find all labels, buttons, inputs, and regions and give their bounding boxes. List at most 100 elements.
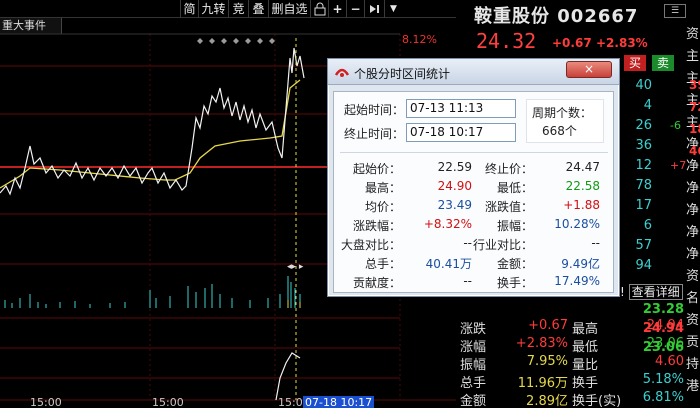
quote-label: 涨跌 — [460, 322, 487, 337]
quote-value: 6.81% — [642, 390, 684, 405]
app-logo-icon — [334, 64, 350, 78]
stat-value: +8.32% — [423, 217, 472, 231]
skip-forward-icon[interactable] — [364, 0, 384, 18]
toolbar-overlay-button[interactable]: 叠 — [248, 0, 268, 18]
stock-name: 鞍重股份 — [474, 6, 550, 27]
toolbar-remove-favorite-button[interactable]: 删自选 — [268, 0, 310, 18]
quote-value: +0.67 — [528, 318, 568, 333]
stat-label: 涨跌幅： — [352, 219, 401, 233]
detail-row: ! 查看详细 — [620, 283, 683, 300]
quote-label: 最高 — [572, 322, 599, 337]
stat-value: -- — [463, 236, 472, 250]
quote-row: 振幅 7.95% 量比 4.60 — [456, 354, 686, 373]
fund-flow-value: 18 — [689, 122, 700, 136]
right-edge-char: 名 — [686, 291, 700, 306]
quote-row: 总手 11.96万 换手 5.18% — [456, 372, 686, 391]
upper-value: 23.28 — [642, 302, 684, 317]
stat-label: 最低： — [496, 181, 533, 195]
quote-table: 涨跌 +0.67 最高 24.94 涨幅 +2.83% 最低 23.06 振幅 7.95% 量比 4.… — [456, 318, 686, 408]
stat-value: +1.88 — [563, 198, 600, 212]
stat-value: 17.49% — [554, 274, 600, 288]
quote-row: 涨跌 +0.67 最高 24.94 — [456, 318, 686, 337]
right-edge-char: 资 — [686, 27, 700, 42]
stats-row: 贡献度： -- 换手： 17.49% — [334, 272, 615, 291]
close-button[interactable]: × — [566, 61, 612, 78]
detail-prefix: ! — [620, 285, 625, 299]
price-change: +0.67 — [552, 36, 592, 50]
quote-value: 4.60 — [655, 354, 684, 369]
quote-label: 金额 — [460, 394, 487, 408]
volume-value: 4 — [643, 98, 652, 113]
stat-value: -- — [463, 274, 472, 288]
stat-label: 金额： — [496, 257, 533, 271]
right-edge-char: 资 — [686, 313, 700, 328]
stat-label: 涨跌值： — [484, 200, 533, 214]
sell-button[interactable]: 卖 — [652, 55, 674, 71]
stats-row: 涨跌幅： +8.32% 振幅： 10.28% — [334, 215, 615, 234]
view-detail-link[interactable]: 查看详细 — [628, 284, 683, 300]
fund-flow-value: 46 — [689, 144, 700, 158]
quote-label: 换手 — [572, 376, 599, 391]
period-count-label: 周期个数： — [532, 106, 593, 120]
time-label: 15:00 — [152, 396, 184, 408]
start-time-input[interactable]: 07-13 11:13 — [406, 99, 516, 118]
toolbar-simple-button[interactable]: 简 — [180, 0, 198, 18]
stat-value: 9.49亿 — [561, 257, 600, 271]
stats-row: 总手： 40.41万 金额： 9.49亿 — [334, 253, 615, 272]
order-book-volumes: 40 4 26 36 12 78 17 6 57 94 — [624, 76, 652, 276]
right-edge-char: 资 — [686, 269, 700, 284]
quote-label: 涨幅 — [460, 340, 487, 355]
fund-flow-values: 39 72 18 46 — [689, 74, 700, 162]
time-label: 15:0 — [278, 396, 303, 408]
plus-icon[interactable]: + — [328, 0, 346, 18]
chevron-down-icon[interactable]: ▼ — [384, 0, 402, 18]
stat-value: 22.59 — [437, 160, 472, 174]
stock-title: 鞍重股份 002667 — [474, 2, 638, 28]
stat-value: 24.47 — [565, 160, 600, 174]
dialog-titlebar[interactable]: 个股分时区间统计 × — [328, 59, 619, 85]
quote-label: 换手(实) — [572, 394, 622, 408]
stat-value: 24.90 — [437, 179, 472, 193]
svg-text:◂▸ ▸: ◂▸ ▸ — [287, 262, 304, 272]
quote-value: 7.95% — [526, 354, 568, 369]
stats-grid: 起始价： 22.59 终止价： 24.47 最高： 24.90 最低： 22.58 均价： 23.… — [334, 158, 615, 294]
volume-value: 26 — [635, 118, 652, 133]
stat-label: 贡献度： — [352, 276, 401, 290]
lock-icon[interactable] — [310, 0, 328, 18]
quote-value: 11.96万 — [517, 376, 568, 391]
period-count-value: 668个 — [542, 124, 577, 138]
last-price: 24.32 — [476, 29, 537, 53]
quote-value: 5.18% — [642, 372, 684, 387]
stat-value: 23.49 — [437, 198, 472, 212]
stat-value: 40.41万 — [425, 257, 472, 271]
stat-value: 10.28% — [554, 217, 600, 231]
stat-label: 行业对比： — [472, 238, 533, 252]
stat-label: 总手： — [364, 257, 401, 271]
interval-stats-dialog: 个股分时区间统计 × 起始时间： 07-13 11:13 终止时间： 07-18… — [327, 58, 620, 297]
menu-icon[interactable]: ☰ — [664, 4, 686, 18]
right-edge-char: 净 — [686, 225, 700, 240]
stat-label: 大盘对比： — [340, 238, 401, 252]
volume-value: 94 — [635, 258, 652, 273]
price-change-percent: +2.83% — [596, 36, 648, 50]
dialog-body: 起始时间： 07-13 11:13 终止时间： 07-18 10:17 周期个数… — [333, 91, 614, 293]
end-time-input[interactable]: 07-18 10:17 — [406, 123, 516, 142]
stat-label: 振幅： — [496, 219, 533, 233]
small-change-negative: -6 — [670, 119, 681, 132]
minus-icon[interactable]: − — [346, 0, 364, 18]
right-edge-char: 主 — [686, 49, 700, 64]
chart-toolbar: 简 九转 竞 叠 删自选 + − ▼ — [0, 0, 456, 18]
stats-row: 最高： 24.90 最低： 22.58 — [334, 177, 615, 196]
quote-value: 2.89亿 — [526, 394, 568, 408]
toolbar-bidding-button[interactable]: 竞 — [228, 0, 248, 18]
stat-value: -- — [591, 236, 600, 250]
quote-label: 量比 — [572, 358, 599, 373]
quote-label: 振幅 — [460, 358, 487, 373]
buy-button[interactable]: 买 — [624, 55, 646, 71]
quote-row: 涨幅 +2.83% 最低 23.06 — [456, 336, 686, 355]
quote-value: +2.83% — [515, 336, 568, 351]
toolbar-jiuzhuan-button[interactable]: 九转 — [198, 0, 228, 18]
volume-value: 12 — [635, 158, 652, 173]
right-edge-char: 贡 — [686, 335, 700, 350]
right-edge-char: 净 — [686, 247, 700, 262]
